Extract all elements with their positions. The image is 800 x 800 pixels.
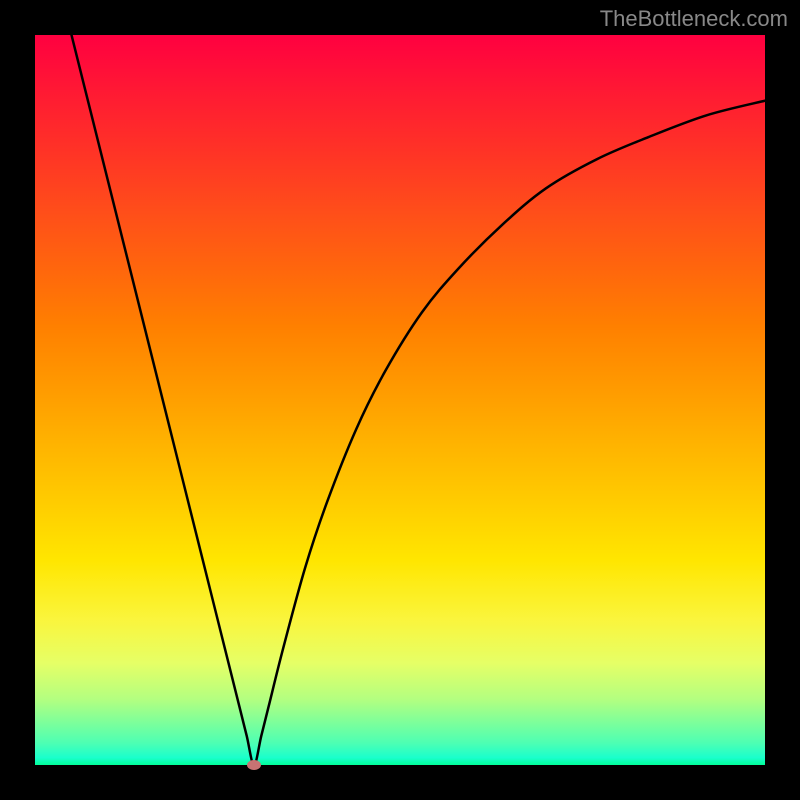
- plot-area: [35, 35, 765, 765]
- chart-container: TheBottleneck.com: [0, 0, 800, 800]
- bottleneck-curve: [35, 35, 765, 765]
- minimum-marker: [247, 760, 261, 770]
- watermark-text: TheBottleneck.com: [600, 6, 788, 32]
